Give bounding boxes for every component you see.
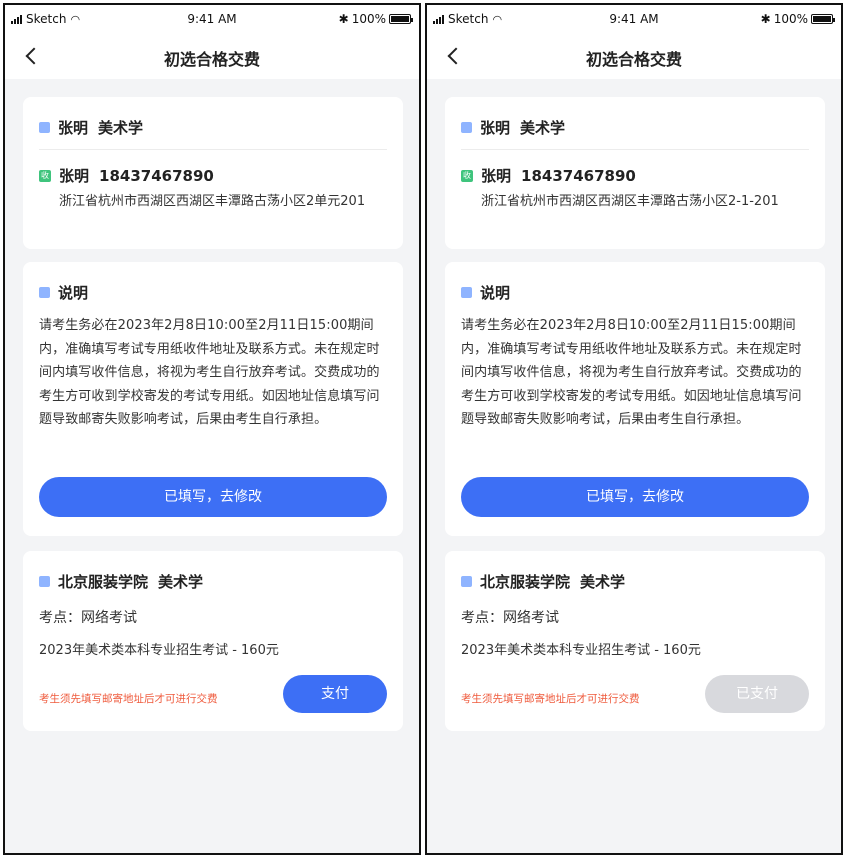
page-title: 初选合格交费	[163, 50, 260, 69]
school-name: 北京服装学院	[480, 573, 571, 591]
applicant-major: 美术学	[520, 119, 566, 137]
receive-icon: 收	[39, 169, 51, 182]
square-icon	[39, 576, 50, 587]
instructions-card: 说明 请考生务必在2023年2月8日10:00至2月11日15:00期间内，准确…	[445, 262, 825, 536]
instructions-card: 说明 请考生务必在2023年2月8日10:00至2月11日15:00期间内，准确…	[23, 262, 403, 536]
payment-warning: 考生须先填写邮寄地址后才可进行交费	[39, 693, 218, 705]
exam-site: 考点：网络考试	[39, 610, 137, 626]
instructions-title: 说明	[480, 284, 511, 302]
edit-address-button[interactable]: 已填写，去修改	[461, 477, 809, 517]
nav-bar: 初选合格交费	[427, 33, 841, 79]
recipient-phone: 18437467890	[99, 166, 214, 185]
battery-label: 100%	[351, 12, 386, 26]
recipient-name: 张明	[481, 167, 512, 185]
recipient-phone: 18437467890	[521, 166, 636, 185]
applicant-name: 张明	[58, 119, 89, 137]
exam-major: 美术学	[580, 573, 626, 591]
instructions-body: 请考生务必在2023年2月8日10:00至2月11日15:00期间内，准确填写考…	[461, 318, 802, 427]
square-icon	[461, 122, 472, 133]
pay-button[interactable]: 支付	[283, 675, 387, 713]
payment-card: 北京服装学院 美术学 考点：网络考试 2023年美术类本科专业招生考试 - 16…	[23, 551, 403, 731]
divider	[461, 149, 809, 150]
exam-fee: 2023年美术类本科专业招生考试 - 160元	[461, 643, 701, 658]
recipient-address: 浙江省杭州市西湖区西湖区丰潭路古荡小区2单元201	[59, 194, 366, 209]
recipient-address: 浙江省杭州市西湖区西湖区丰潭路古荡小区2-1-201	[481, 194, 779, 209]
phone-screen-paid: Sketch ◠ 9:41 AM ✱ 100% 初选合格交费 张明 美术学 收 …	[425, 3, 843, 855]
paid-button[interactable]: 已支付	[705, 675, 809, 713]
battery-label: 100%	[773, 12, 808, 26]
applicant-major: 美术学	[98, 119, 144, 137]
exam-major: 美术学	[158, 573, 204, 591]
battery-icon	[389, 14, 413, 24]
address-card[interactable]: 张明 美术学 收 张明 18437467890 浙江省杭州市西湖区西湖区丰潭路古…	[445, 97, 825, 249]
square-icon	[461, 287, 472, 298]
address-card[interactable]: 张明 美术学 收 张明 18437467890 浙江省杭州市西湖区西湖区丰潭路古…	[23, 97, 403, 249]
payment-warning: 考生须先填写邮寄地址后才可进行交费	[461, 693, 640, 705]
page-title: 初选合格交费	[585, 50, 682, 69]
nav-bar: 初选合格交费	[5, 33, 419, 79]
divider	[39, 149, 387, 150]
battery-icon	[811, 14, 835, 24]
applicant-name: 张明	[480, 119, 511, 137]
exam-fee: 2023年美术类本科专业招生考试 - 160元	[39, 643, 279, 658]
square-icon	[461, 576, 472, 587]
square-icon	[39, 287, 50, 298]
status-bar: Sketch ◠ 9:41 AM ✱ 100%	[5, 5, 419, 33]
phone-screen-unpaid: Sketch ◠ 9:41 AM ✱ 100% 初选合格交费 张明 美术学 收 …	[3, 3, 421, 855]
payment-card: 北京服装学院 美术学 考点：网络考试 2023年美术类本科专业招生考试 - 16…	[445, 551, 825, 731]
status-bar: Sketch ◠ 9:41 AM ✱ 100%	[427, 5, 841, 33]
exam-site: 考点：网络考试	[461, 610, 559, 626]
instructions-body: 请考生务必在2023年2月8日10:00至2月11日15:00期间内，准确填写考…	[39, 318, 380, 427]
instructions-title: 说明	[58, 284, 89, 302]
square-icon	[39, 122, 50, 133]
edit-address-button[interactable]: 已填写，去修改	[39, 477, 387, 517]
receive-icon: 收	[461, 169, 473, 182]
bluetooth-icon: ✱	[760, 12, 771, 26]
recipient-name: 张明	[59, 167, 90, 185]
bluetooth-icon: ✱	[338, 12, 349, 26]
school-name: 北京服装学院	[58, 573, 149, 591]
